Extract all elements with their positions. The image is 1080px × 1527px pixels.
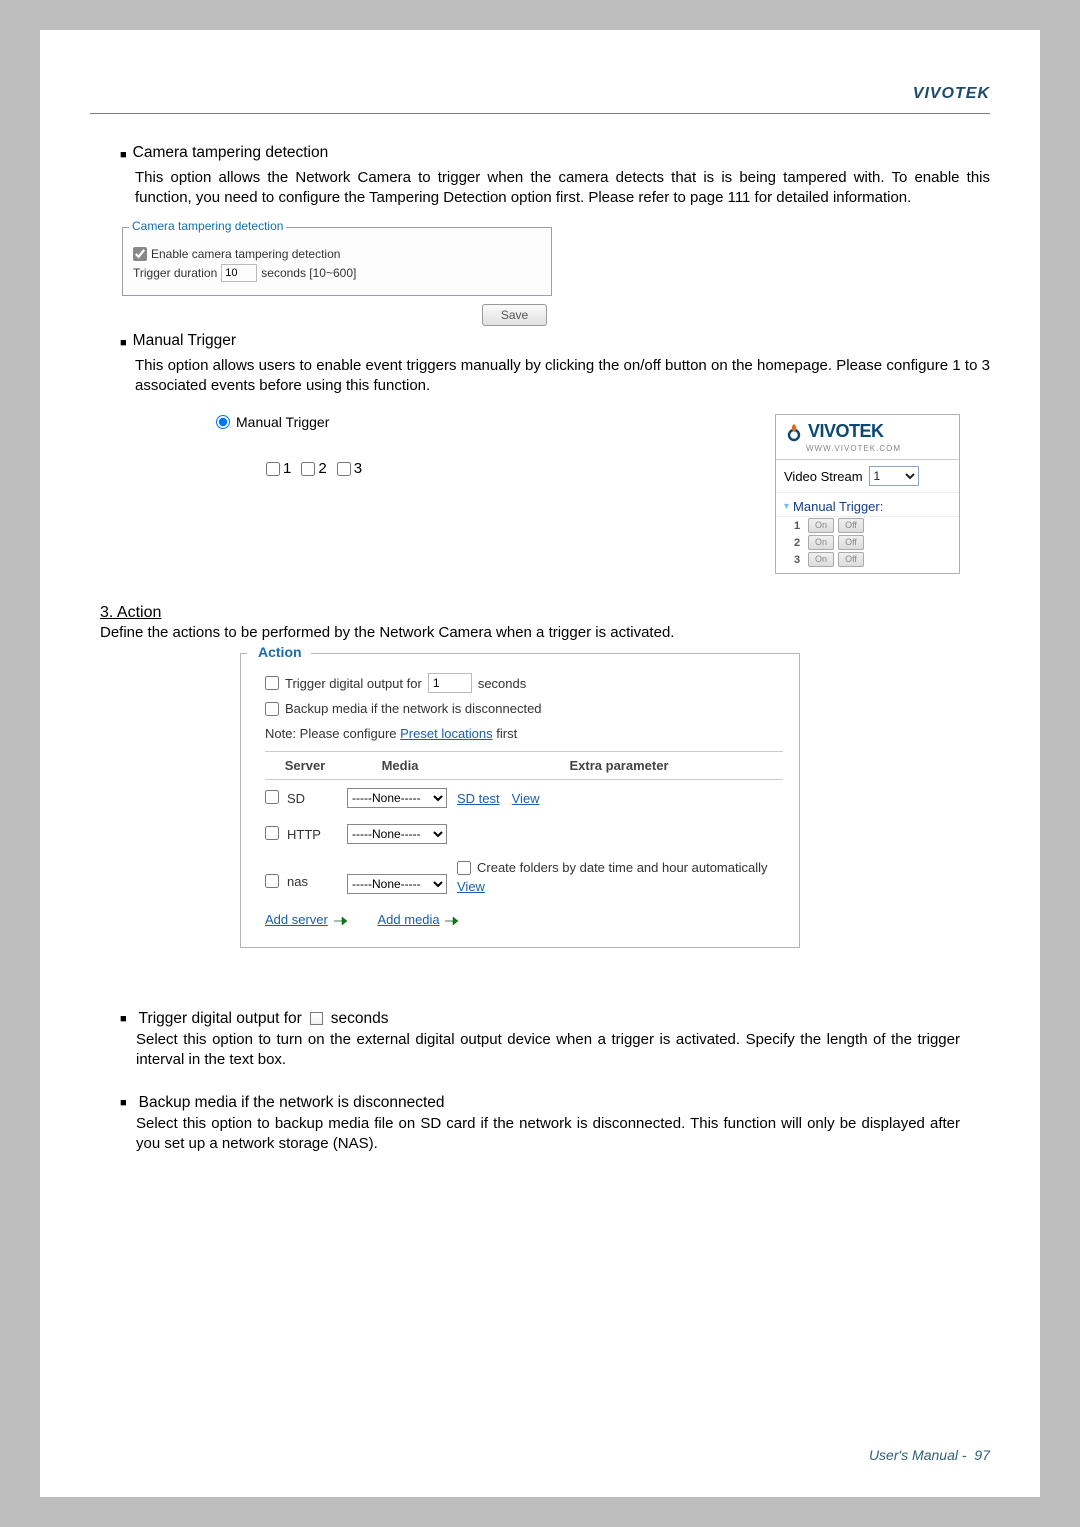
vivotek-logo-icon [784,422,804,442]
save-button[interactable]: Save [482,304,547,326]
bullet-icon: ■ [120,1008,127,1030]
manual-cb-2-label: 2 [318,460,326,477]
action-heading: 3. Action [100,604,990,622]
http-label: HTTP [287,827,347,842]
footer-text: User's Manual - [869,1447,970,1463]
enable-tampering-label: Enable camera tampering detection [151,247,340,261]
server-row-sd: SD -----None----- SD test View [265,780,783,816]
header-rule [90,113,990,114]
th-extra: Extra parameter [455,758,783,773]
server-row-nas: nas -----None----- Create folders by dat… [265,852,783,902]
toggle-2-on[interactable]: On [808,535,834,550]
th-media: Media [345,758,455,773]
manual-cb-1-label: 1 [283,460,291,477]
digital-output-post: seconds [478,676,526,691]
manual-title: Manual Trigger [133,332,236,350]
arrow-right-icon [443,913,459,929]
sd-test-link[interactable]: SD test [457,791,500,806]
toggle-2-num: 2 [794,537,804,549]
video-stream-select[interactable]: 1 [869,466,919,486]
bullet-icon: ■ [120,1092,127,1114]
tampering-desc: This option allows the Network Camera to… [135,168,990,209]
homepage-widget: VIVOTEK WWW.VIVOTEK.COM Video Stream 1 ▾… [775,414,960,574]
manual-cb-3[interactable] [337,462,351,476]
action-intro: Define the actions to be performed by th… [100,624,990,641]
nas-autofolder-label: Create folders by date time and hour aut… [477,860,768,875]
http-media-select[interactable]: -----None----- [347,824,447,844]
toggle-1-off[interactable]: Off [838,518,864,533]
tampering-fieldset: Camera tampering detection Enable camera… [122,227,552,296]
toggle-1-on[interactable]: On [808,518,834,533]
video-stream-label: Video Stream [784,469,863,484]
page-footer: User's Manual - 97 [869,1447,990,1463]
digital-output-explain: ■ Trigger digital output for seconds Sel… [120,1008,960,1071]
note-post: first [493,726,518,741]
manual-cb-2[interactable] [301,462,315,476]
th-server: Server [265,758,345,773]
toggle-3-on[interactable]: On [808,552,834,567]
digital-output-body: Select this option to turn on the extern… [136,1030,960,1071]
backup-body: Select this option to backup media file … [136,1114,960,1155]
toggle-3-off[interactable]: Off [838,552,864,567]
sd-media-select[interactable]: -----None----- [347,788,447,808]
sd-checkbox[interactable] [265,790,279,804]
nas-media-select[interactable]: -----None----- [347,874,447,894]
backup-title: Backup media if the network is disconnec… [139,1094,445,1112]
add-server-link[interactable]: Add server [265,912,328,927]
widget-brand-text: VIVOTEK [808,421,884,442]
digital-output-seconds-input[interactable] [428,673,472,693]
manual-desc: This option allows users to enable event… [135,356,990,397]
tampering-legend: Camera tampering detection [129,219,286,233]
http-checkbox[interactable] [265,826,279,840]
enable-tampering-checkbox[interactable] [133,247,147,261]
bullet-icon: ■ [120,144,127,166]
action-legend: Action [255,644,305,660]
tampering-title: Camera tampering detection [133,144,329,162]
nas-view-link[interactable]: View [457,879,485,894]
manual-trigger-radio-label: Manual Trigger [236,414,329,430]
server-row-http: HTTP -----None----- [265,816,783,852]
seconds-placeholder-box [310,1012,323,1025]
toggle-2-off[interactable]: Off [838,535,864,550]
arrow-right-icon [332,913,348,929]
preset-locations-link[interactable]: Preset locations [400,726,493,741]
digital-output-title-pre: Trigger digital output for [139,1010,302,1028]
manual-cb-3-label: 3 [354,460,362,477]
action-fieldset: Action Trigger digital output for second… [240,653,800,948]
tampering-section: ■ Camera tampering detection This option… [120,144,990,209]
nas-autofolder-checkbox[interactable] [457,861,471,875]
digital-output-pre: Trigger digital output for [285,676,422,691]
manual-trigger-config: Manual Trigger 1 2 3 [216,414,362,477]
backup-explain: ■ Backup media if the network is disconn… [120,1092,960,1155]
digital-output-checkbox[interactable] [265,676,279,690]
manual-cb-1[interactable] [266,462,280,476]
note-pre: Note: Please configure [265,726,400,741]
toggle-3-num: 3 [794,554,804,566]
backup-media-label: Backup media if the network is disconnec… [285,701,542,716]
manual-section: ■ Manual Trigger This option allows user… [120,332,990,397]
chevron-down-icon: ▾ [784,501,789,512]
brand-header: VIVOTEK [90,85,990,113]
trigger-duration-suffix: seconds [10~600] [261,266,356,280]
add-media-link[interactable]: Add media [378,912,440,927]
toggle-1-num: 1 [794,520,804,532]
backup-media-checkbox[interactable] [265,702,279,716]
trigger-duration-label: Trigger duration [133,266,217,280]
nas-checkbox[interactable] [265,874,279,888]
sd-view-link[interactable]: View [512,791,540,806]
widget-manual-trigger-label: Manual Trigger: [793,499,883,514]
sd-label: SD [287,791,347,806]
nas-label: nas [287,860,347,889]
footer-page: 97 [974,1447,990,1463]
digital-output-title-post: seconds [331,1010,389,1028]
bullet-icon: ■ [120,332,127,354]
manual-trigger-radio[interactable] [216,415,230,429]
widget-brand-sub: WWW.VIVOTEK.COM [776,444,959,460]
trigger-duration-input[interactable] [221,264,257,282]
